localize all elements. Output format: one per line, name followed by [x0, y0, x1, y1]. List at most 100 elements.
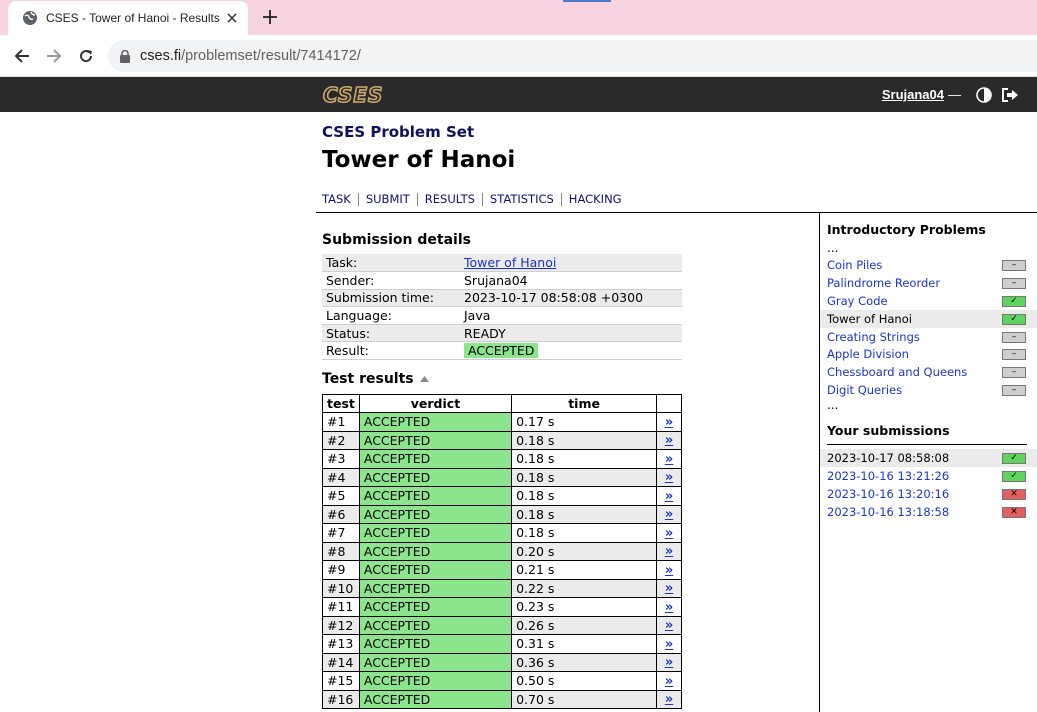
- test-time: 0.20 s: [511, 541, 658, 561]
- test-number: #7: [322, 523, 360, 543]
- close-tab-icon[interactable]: [222, 8, 242, 28]
- test-detail-cell: »: [656, 597, 682, 617]
- sidebar-problem-item[interactable]: Creating Strings –: [820, 328, 1037, 346]
- test-number: #5: [322, 486, 360, 506]
- view-test-icon[interactable]: »: [665, 655, 673, 670]
- view-test-icon[interactable]: »: [665, 507, 673, 522]
- test-row: #13 ACCEPTED 0.31 s »: [322, 634, 682, 654]
- username-link[interactable]: Srujana04: [882, 87, 944, 102]
- details-value: Srujana04: [460, 271, 682, 290]
- nav-results-link[interactable]: RESULTS: [425, 192, 475, 206]
- reload-icon[interactable]: [73, 43, 99, 69]
- nav-separator: [481, 193, 483, 206]
- view-test-icon[interactable]: »: [665, 563, 673, 578]
- details-row: Task: Tower of Hanoi: [322, 254, 682, 273]
- details-value: 2023-10-17 08:58:08 +0300: [460, 289, 682, 308]
- column-header-time: time: [511, 394, 658, 413]
- problem-status-icon: ✓: [1002, 295, 1026, 307]
- submission-link[interactable]: 2023-10-16 13:20:16: [827, 487, 949, 501]
- test-time: 0.17 s: [511, 412, 658, 432]
- problem-status-icon: –: [1002, 349, 1026, 361]
- test-detail-cell: »: [656, 689, 682, 709]
- sidebar-submission-item[interactable]: 2023-10-16 13:20:16 ✕: [820, 485, 1037, 503]
- test-detail-cell: »: [656, 652, 682, 672]
- view-test-icon[interactable]: »: [665, 526, 673, 541]
- test-row: #12 ACCEPTED 0.26 s »: [322, 615, 682, 635]
- logout-icon[interactable]: [1001, 86, 1019, 104]
- nav-task-link[interactable]: TASK: [322, 192, 351, 206]
- test-row: #15 ACCEPTED 0.50 s »: [322, 671, 682, 691]
- sidebar-problems-heading: Introductory Problems: [827, 222, 986, 237]
- submission-list: 2023-10-17 08:58:08 ✓ 2023-10-16 13:21:26 ✓…: [820, 449, 1037, 521]
- lock-icon[interactable]: [120, 49, 130, 63]
- nav-statistics-link[interactable]: STATISTICS: [490, 192, 554, 206]
- problem-link[interactable]: Digit Queries: [827, 383, 902, 397]
- sidebar-problem-item[interactable]: Gray Code ✓: [820, 292, 1037, 310]
- test-time: 0.18 s: [511, 467, 658, 487]
- problem-link[interactable]: Chessboard and Queens: [827, 365, 967, 379]
- sidebar-submission-item[interactable]: 2023-10-16 13:18:58 ✕: [820, 503, 1037, 521]
- view-test-icon[interactable]: »: [665, 489, 673, 504]
- test-row: #8 ACCEPTED 0.20 s »: [322, 541, 682, 561]
- problem-link[interactable]: Apple Division: [827, 347, 909, 361]
- submission-status-icon: ✕: [1002, 488, 1026, 500]
- forward-arrow-icon[interactable]: [41, 43, 67, 69]
- problems-ellipsis-top: ...: [827, 241, 839, 255]
- collapse-caret-icon[interactable]: [419, 376, 429, 382]
- details-key: Sender:: [322, 271, 460, 290]
- view-test-icon[interactable]: »: [665, 600, 673, 615]
- view-test-icon[interactable]: »: [665, 637, 673, 652]
- url-text: cses.fi/problemset/result/7414172/: [140, 48, 361, 64]
- problems-ellipsis-bottom: ...: [827, 398, 839, 413]
- test-verdict: ACCEPTED: [358, 430, 513, 450]
- view-test-icon[interactable]: »: [665, 581, 673, 596]
- submission-link[interactable]: 2023-10-16 13:18:58: [827, 505, 949, 519]
- test-row: #10 ACCEPTED 0.22 s »: [322, 578, 682, 598]
- problemset-title[interactable]: CSES Problem Set: [322, 123, 474, 141]
- view-test-icon[interactable]: »: [665, 618, 673, 633]
- view-test-icon[interactable]: »: [665, 470, 673, 485]
- test-detail-cell: »: [656, 449, 682, 469]
- details-value: Tower of Hanoi: [460, 254, 682, 273]
- column-header-verdict: verdict: [358, 394, 513, 413]
- view-test-icon[interactable]: »: [665, 692, 673, 707]
- sidebar-problem-item: Tower of Hanoi ✓: [820, 309, 1037, 328]
- submission-link[interactable]: 2023-10-16 13:21:26: [827, 469, 949, 483]
- new-tab-icon[interactable]: [260, 7, 280, 27]
- test-results-heading[interactable]: Test results: [322, 371, 429, 387]
- address-bar[interactable]: cses.fi/problemset/result/7414172/: [108, 40, 1037, 72]
- problem-status-icon: –: [1002, 385, 1026, 397]
- browser-tab[interactable]: CSES - Tower of Hanoi - Results: [8, 1, 248, 35]
- problem-link[interactable]: Palindrome Reorder: [827, 276, 940, 290]
- details-key: Task:: [322, 254, 460, 273]
- sidebar-problem-item[interactable]: Palindrome Reorder –: [820, 274, 1037, 292]
- test-time: 0.31 s: [511, 634, 658, 654]
- test-detail-cell: »: [656, 430, 682, 450]
- problem-link[interactable]: Creating Strings: [827, 330, 920, 344]
- test-detail-cell: »: [656, 412, 682, 432]
- sidebar-problem-item[interactable]: Digit Queries –: [820, 381, 1037, 399]
- test-row: #1 ACCEPTED 0.17 s »: [322, 412, 682, 432]
- task-link[interactable]: Tower of Hanoi: [464, 255, 556, 270]
- cses-logo[interactable]: CSES: [322, 84, 390, 106]
- submission-details-heading: Submission details: [322, 232, 471, 248]
- problem-link[interactable]: Gray Code: [827, 294, 888, 308]
- back-arrow-icon[interactable]: [9, 43, 35, 69]
- logo-text: CSES: [323, 84, 383, 106]
- view-test-icon[interactable]: »: [665, 433, 673, 448]
- test-verdict: ACCEPTED: [358, 671, 513, 691]
- view-test-icon[interactable]: »: [665, 674, 673, 689]
- sidebar-problem-item[interactable]: Apple Division –: [820, 345, 1037, 363]
- sidebar-problem-item[interactable]: Chessboard and Queens –: [820, 363, 1037, 381]
- sidebar-problem-item[interactable]: Coin Piles –: [820, 256, 1037, 274]
- nav-hacking-link[interactable]: HACKING: [569, 192, 622, 206]
- view-test-icon[interactable]: »: [665, 452, 673, 467]
- url-path: /problemset/result/7414172/: [181, 48, 361, 64]
- sidebar-submission-item[interactable]: 2023-10-16 13:21:26 ✓: [820, 467, 1037, 485]
- view-test-icon[interactable]: »: [665, 415, 673, 430]
- problem-link[interactable]: Coin Piles: [827, 258, 882, 272]
- theme-toggle-icon[interactable]: [975, 86, 993, 104]
- nav-submit-link[interactable]: SUBMIT: [366, 192, 410, 206]
- test-number: #4: [322, 467, 360, 487]
- view-test-icon[interactable]: »: [665, 544, 673, 559]
